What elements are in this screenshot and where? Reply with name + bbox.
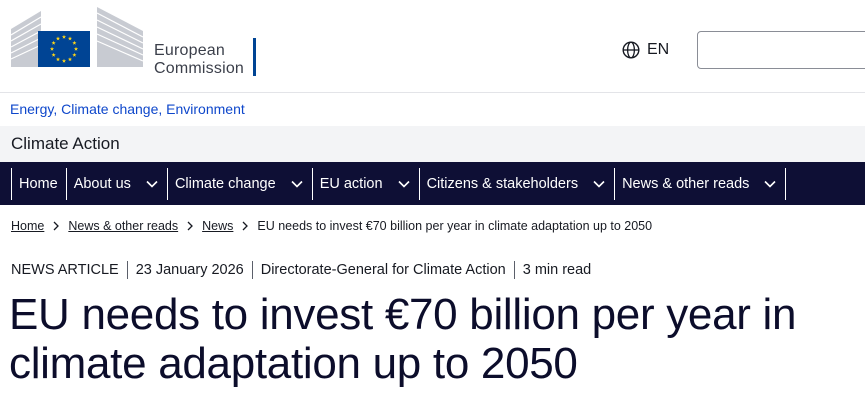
logo-text: European Commission [154,42,244,78]
nav-item-news-other-reads[interactable]: News & other reads [614,167,787,200]
language-selector[interactable]: EN [622,39,669,61]
nav-item-climate-change[interactable]: Climate change [166,167,312,200]
chevron-right-icon [187,221,194,231]
nav-item-eu-action[interactable]: EU action [311,167,419,200]
article-read-time: 3 min read [522,262,592,278]
site-name-bar: Climate Action [0,126,865,162]
meta-divider [513,261,515,279]
nav-item-label: News & other reads [622,175,750,192]
site-title[interactable]: Climate Action [11,134,120,154]
article-author: Directorate-General for Climate Action [260,262,506,278]
nav-item-label: Citizens & stakeholders [426,175,579,192]
breadcrumb: Home News & other reads News EU needs to… [11,219,652,233]
article-meta: NEWS ARTICLE 23 January 2026 Directorate… [11,261,591,279]
breadcrumb-current: EU needs to invest €70 billion per year … [257,219,653,233]
nav-item-home[interactable]: Home [11,167,66,200]
nav-item-label: Climate change [174,175,276,192]
chevron-down-icon[interactable] [397,177,411,191]
breadcrumb-link-home[interactable]: Home [11,219,44,233]
chevron-down-icon[interactable] [763,177,777,191]
nav-item-label: Home [19,175,58,192]
site-topics[interactable]: Energy, Climate change, Environment [10,101,245,117]
commission-building-icon [10,7,144,67]
article-date: 23 January 2026 [135,262,244,278]
article-type: NEWS ARTICLE [11,262,119,278]
breadcrumb-link-news[interactable]: News [202,219,233,233]
chevron-down-icon[interactable] [592,177,606,191]
meta-divider [251,261,253,279]
logo-divider [253,38,256,76]
nav-item-label: EU action [319,175,383,192]
european-commission-logo[interactable]: European Commission [10,7,256,77]
main-navigation: Home About us Climate change EU action C… [0,162,865,205]
page-title: EU needs to invest €70 billion per year … [9,290,797,388]
breadcrumb-link-news-other-reads[interactable]: News & other reads [68,219,178,233]
chevron-down-icon[interactable] [290,177,304,191]
nav-item-label: About us [73,175,131,192]
logo-line-1: European [154,42,225,59]
chevron-right-icon [53,221,60,231]
site-header: European Commission EN [0,0,865,93]
globe-icon [622,41,640,59]
meta-divider [126,261,128,279]
chevron-right-icon [242,221,249,231]
search-input[interactable] [697,31,865,69]
chevron-down-icon[interactable] [145,177,159,191]
language-code: EN [647,41,670,58]
logo-line-2: Commission [154,60,245,77]
nav-item-about-us[interactable]: About us [65,167,167,200]
nav-item-citizens-stakeholders[interactable]: Citizens & stakeholders [418,167,615,200]
